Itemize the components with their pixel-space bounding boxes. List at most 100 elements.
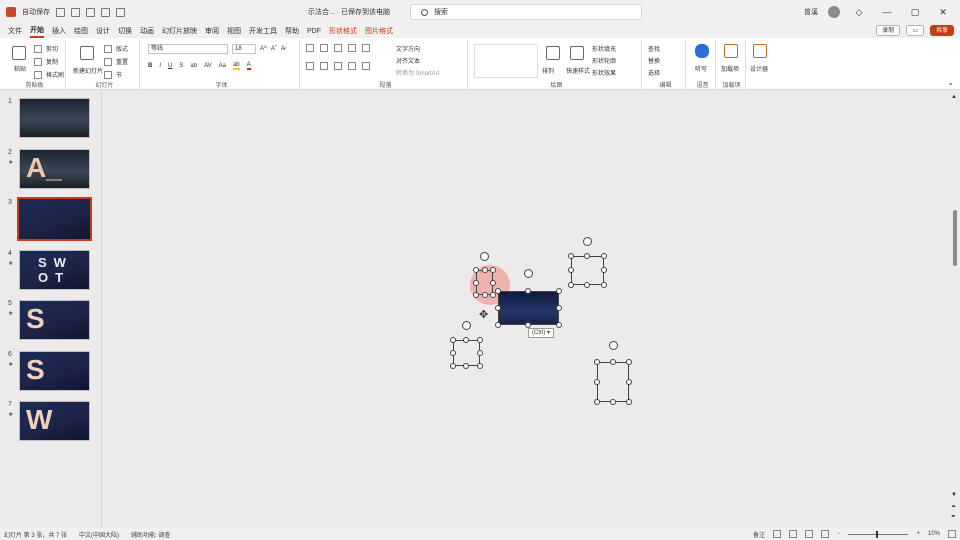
resize-handle[interactable] <box>473 280 479 286</box>
justify-icon[interactable] <box>348 62 356 70</box>
resize-handle[interactable] <box>477 363 483 369</box>
fit-to-window-icon[interactable] <box>948 530 956 538</box>
section-button[interactable]: 节 <box>104 70 122 79</box>
customize-toolbar-icon[interactable] <box>116 7 125 17</box>
pasted-picture[interactable] <box>498 291 559 325</box>
comments-icon[interactable]: ▭ <box>906 25 924 36</box>
empty-shape-4[interactable] <box>597 362 629 402</box>
resize-handle[interactable] <box>450 363 456 369</box>
rotate-handle-icon[interactable] <box>583 237 592 246</box>
resize-handle[interactable] <box>626 379 632 385</box>
empty-shape-1[interactable] <box>571 256 604 285</box>
slide-thumbnail-row[interactable]: 5 ★ S <box>0 300 100 342</box>
reset-button[interactable]: 重置 <box>104 57 128 66</box>
slide-thumbnail[interactable] <box>17 197 92 241</box>
text-direction-button[interactable]: 文字方向 <box>396 44 420 53</box>
resize-handle[interactable] <box>601 267 607 273</box>
ribbon-display-icon[interactable]: ◇ <box>850 7 868 18</box>
resize-handle[interactable] <box>568 267 574 273</box>
resize-handle[interactable] <box>601 282 607 288</box>
slide-thumbnail-row[interactable]: 4 ★ SWOT <box>0 249 100 292</box>
bold-icon[interactable]: B <box>148 63 152 69</box>
slide-thumbnail[interactable]: S <box>19 350 90 391</box>
align-left-icon[interactable] <box>306 62 314 70</box>
notes-button[interactable]: 备注 <box>753 530 765 539</box>
shape-fill-button[interactable]: 形状填充 <box>592 44 616 53</box>
quick-styles-label[interactable]: 快速样式 <box>566 66 590 75</box>
font-size-select[interactable]: 18 <box>232 44 256 54</box>
slide-thumbnail[interactable]: W <box>19 401 90 441</box>
minimize-icon[interactable]: — <box>878 7 896 17</box>
zoom-level[interactable]: 10% <box>928 531 940 537</box>
save-icon[interactable] <box>56 7 65 17</box>
slide-thumbnail-row[interactable]: 6 ★ S <box>0 350 100 393</box>
paste-icon[interactable] <box>12 46 26 60</box>
present-icon[interactable] <box>101 7 110 17</box>
close-icon[interactable]: ✕ <box>934 7 952 18</box>
collapse-ribbon-icon[interactable]: ⌄ <box>947 78 954 87</box>
shape-outline-button[interactable]: 形状轮廓 <box>592 56 616 65</box>
rotate-handle-icon[interactable] <box>480 252 489 261</box>
arrange-label[interactable]: 排列 <box>542 66 554 75</box>
tab-8[interactable]: 审阅 <box>205 26 219 36</box>
addins-label[interactable]: 加载项 <box>721 64 739 73</box>
new-slide-label[interactable]: 新建幻灯片 <box>73 66 103 75</box>
tab-13[interactable]: 形状格式 <box>329 26 357 36</box>
slide-thumbnail-row[interactable]: 2 ★ A_ <box>0 148 100 191</box>
copy-button[interactable]: 复制 <box>34 57 58 66</box>
next-slide-icon[interactable]: ⏷ <box>951 514 956 521</box>
slide-thumbnail[interactable]: S <box>19 300 90 340</box>
decrease-indent-icon[interactable] <box>334 44 342 52</box>
arrange-icon[interactable] <box>546 46 560 60</box>
tab-6[interactable]: 动画 <box>140 26 154 36</box>
vertical-scrollbar[interactable]: ▲ ▼ ⏶ ⏷ <box>949 90 960 528</box>
resize-handle[interactable] <box>495 305 501 311</box>
scroll-down-icon[interactable]: ▼ <box>951 492 957 498</box>
font-name-select[interactable]: 等线 <box>148 44 228 54</box>
cut-button[interactable]: 剪切 <box>34 44 58 53</box>
share-button[interactable]: 共享 <box>929 25 954 36</box>
rotate-handle-icon[interactable] <box>524 269 533 278</box>
quick-styles-icon[interactable] <box>570 46 584 60</box>
slide-canvas[interactable]: (Ctrl) ▾ ✥ <box>103 90 949 528</box>
tab-12[interactable]: PDF <box>307 28 321 35</box>
align-right-icon[interactable] <box>334 62 342 70</box>
zoom-out-icon[interactable]: − <box>837 531 841 537</box>
designer-label[interactable]: 设计器 <box>750 64 768 73</box>
resize-handle[interactable] <box>610 399 616 405</box>
align-text-button[interactable]: 对齐文本 <box>396 56 420 65</box>
tab-14[interactable]: 图片格式 <box>365 26 393 36</box>
rotate-handle-icon[interactable] <box>609 341 618 350</box>
designer-icon[interactable] <box>753 44 767 58</box>
undo-icon[interactable] <box>71 7 80 17</box>
line-spacing-icon[interactable] <box>362 44 370 52</box>
resize-handle[interactable] <box>473 292 479 298</box>
resize-handle[interactable] <box>626 359 632 365</box>
slide-thumbnail[interactable] <box>19 98 90 138</box>
avatar[interactable] <box>828 6 840 18</box>
resize-handle[interactable] <box>490 280 496 286</box>
resize-handle[interactable] <box>450 350 456 356</box>
zoom-slider[interactable] <box>848 530 909 538</box>
document-title[interactable]: 示法合... · 已保存到该电脑 <box>308 7 390 17</box>
underline-icon[interactable]: U <box>168 63 172 69</box>
select-button[interactable]: 选择 <box>648 68 660 77</box>
slide-thumbnail[interactable]: SWOT <box>19 249 90 290</box>
tab-11[interactable]: 帮助 <box>285 26 299 36</box>
slide-thumbnail[interactable]: A_ <box>19 148 90 189</box>
replace-button[interactable]: 替换 <box>648 56 660 65</box>
resize-handle[interactable] <box>477 350 483 356</box>
scroll-up-icon[interactable]: ▲ <box>951 94 957 100</box>
microphone-icon[interactable] <box>695 44 709 58</box>
find-button[interactable]: 查找 <box>648 44 660 53</box>
shape-effects-button[interactable]: 形状效果 <box>592 68 616 77</box>
resize-handle[interactable] <box>568 253 574 259</box>
resize-handle[interactable] <box>490 267 496 273</box>
accessibility-indicator[interactable]: 辅助功能: 调查 <box>131 530 170 539</box>
shrink-font-icon[interactable]: Aˇ <box>271 46 277 52</box>
tab-3[interactable]: 绘图 <box>74 26 88 36</box>
sorter-view-icon[interactable] <box>788 530 797 538</box>
font-color-icon[interactable]: A <box>246 62 251 70</box>
new-slide-icon[interactable] <box>80 46 94 60</box>
user-name[interactable]: 曾溪 <box>804 7 818 17</box>
